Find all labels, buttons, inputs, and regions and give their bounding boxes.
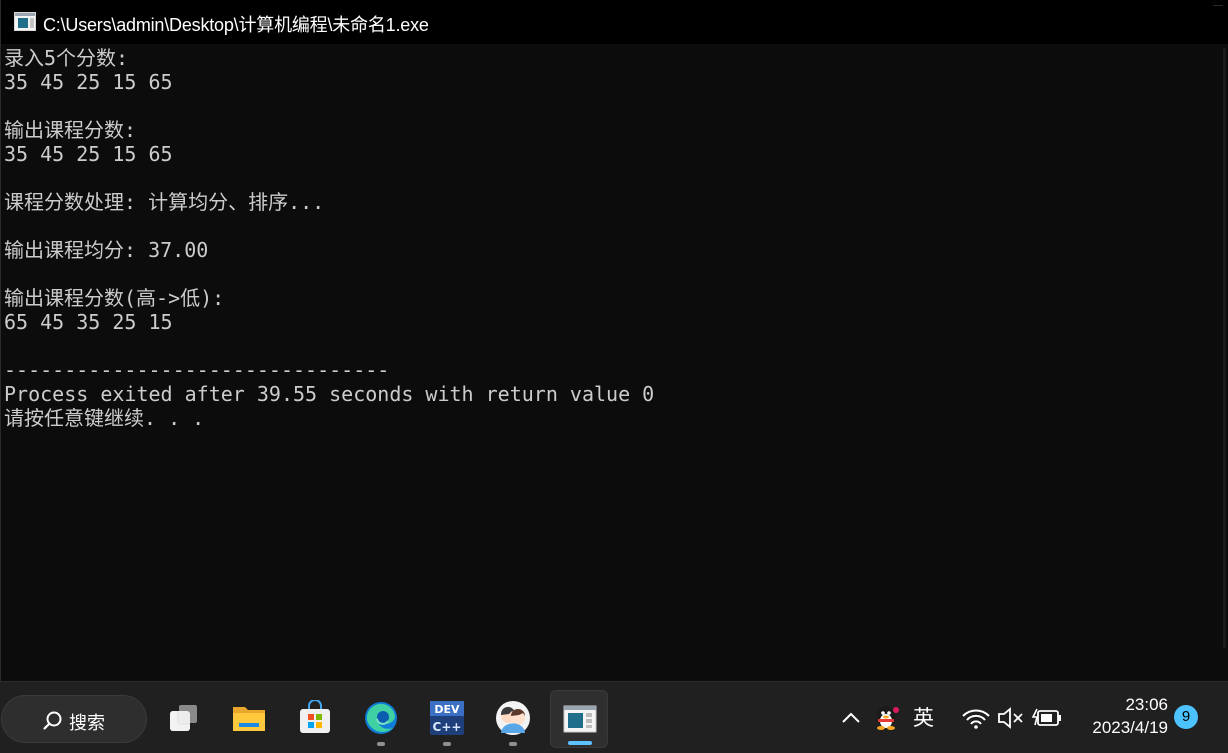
console-scrollbar[interactable]	[1212, 44, 1228, 681]
tray-network[interactable]	[960, 700, 992, 736]
window-title: C:\Users\admin\Desktop\计算机编程\未命名1.exe	[43, 15, 429, 35]
console-app-icon	[563, 705, 597, 733]
clock-time: 23:06	[1125, 695, 1168, 714]
title-bar[interactable]: C:\Users\admin\Desktop\计算机编程\未命名1.exe	[1, 0, 1228, 44]
taskbar: 搜索 DEV C++ 英 23:06 2023/4/19 9	[0, 681, 1228, 753]
tray-battery[interactable]	[1031, 700, 1063, 736]
running-indicator	[443, 742, 451, 746]
wifi-icon	[962, 709, 990, 729]
clock-date: 2023/4/19	[1092, 718, 1168, 737]
taskbar-app-task-view[interactable]	[155, 690, 213, 748]
ime-indicator[interactable]: 英	[913, 702, 934, 732]
console-exit-status: Process exited after 39.55 seconds with …	[4, 382, 655, 406]
console-window[interactable]: C:\Users\admin\Desktop\计算机编程\未命名1.exe 录入…	[0, 0, 1228, 681]
window-controls-edge	[1185, 0, 1228, 44]
scrollbar-thumb[interactable]	[1223, 48, 1226, 648]
search-label: 搜索	[69, 713, 105, 734]
console-line: 65 45 35 25 15	[4, 310, 173, 334]
store-icon	[300, 700, 330, 733]
taskbar-app-edge[interactable]	[352, 690, 410, 748]
console-prompt: 请按任意键继续. . .	[4, 406, 205, 430]
console-line: 输出课程分数(高->低):	[4, 286, 225, 310]
people-icon	[496, 701, 530, 735]
console-line: 35 45 25 15 65	[4, 142, 173, 166]
console-separator: --------------------------------	[4, 358, 390, 382]
speaker-muted-icon	[998, 707, 1023, 729]
battery-charging-icon	[1031, 708, 1061, 726]
console-line: 35 45 25 15 65	[4, 70, 173, 94]
svg-text:DEV: DEV	[434, 703, 460, 716]
edge-icon	[365, 702, 397, 734]
taskbar-app-console[interactable]	[550, 690, 608, 748]
tray-volume[interactable]	[995, 700, 1027, 736]
task-view-icon	[170, 703, 199, 731]
devcpp-icon: DEV C++	[430, 701, 464, 735]
tray-qq[interactable]	[871, 700, 903, 736]
taskbar-app-file-explorer[interactable]	[220, 690, 278, 748]
tray-overflow-button[interactable]	[838, 700, 870, 736]
console-line: 课程分数处理: 计算均分、排序...	[4, 190, 325, 214]
notification-badge[interactable]: 9	[1174, 705, 1198, 729]
folder-icon	[233, 707, 265, 731]
qq-penguin-icon	[877, 706, 899, 730]
taskbar-app-store[interactable]	[286, 690, 344, 748]
console-line: 输出课程分数:	[4, 118, 137, 142]
console-line: 录入5个分数:	[4, 46, 129, 70]
active-indicator	[568, 741, 592, 745]
search-icon	[43, 711, 62, 730]
taskbar-app-devcpp[interactable]: DEV C++	[418, 690, 476, 748]
svg-text:C++: C++	[433, 720, 462, 734]
running-indicator	[509, 742, 517, 746]
system-clock[interactable]: 23:06 2023/4/19	[1076, 694, 1168, 740]
console-app-icon[interactable]	[14, 12, 36, 31]
console-line: 输出课程均分: 37.00	[4, 238, 209, 262]
console-output[interactable]: 录入5个分数: 35 45 25 15 65 输出课程分数: 35 45 25 …	[4, 46, 1214, 676]
search-button[interactable]: 搜索	[1, 695, 147, 743]
running-indicator	[377, 742, 385, 746]
taskbar-app-people[interactable]	[484, 690, 542, 748]
chevron-up-icon	[842, 712, 860, 723]
